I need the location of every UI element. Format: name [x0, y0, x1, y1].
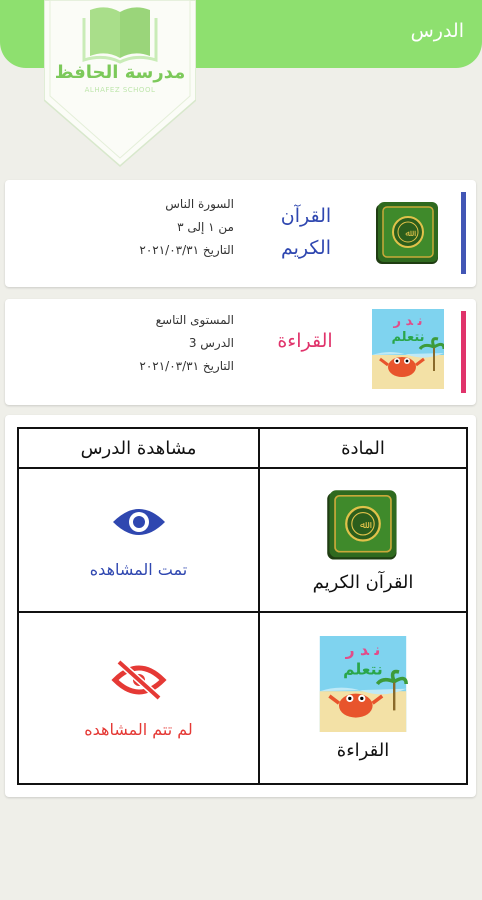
- quran-book-icon: ﷲ: [374, 200, 442, 268]
- lesson-card-reading[interactable]: ﻧ ﺪ ﺭ ﻧﺘﻌﻠﻢ القراءة المستوى التاسع الدرس…: [5, 299, 476, 405]
- accent-bar: [461, 311, 466, 393]
- status-cell[interactable]: تمت المشاهده: [17, 466, 260, 614]
- logo-tagline: ALHAFEZ SCHOOL: [84, 86, 156, 94]
- table-row: ﷲ القرآن الكريم تمت المشاهده: [17, 466, 468, 614]
- lesson-subject: القرآن الكريم: [276, 200, 336, 264]
- detail-date: التاريخ ٢٠٢١/٠٣/٣١: [139, 243, 234, 257]
- detail-lesson: الدرس 3: [188, 336, 234, 350]
- page-title: الدرس: [410, 20, 464, 42]
- detail-level: المستوى التاسع: [155, 313, 234, 327]
- lesson-details: المستوى التاسع الدرس 3 التاريخ ٢٠٢١/٠٣/٣…: [94, 309, 234, 378]
- svg-text:ﻧ ﺪ ﺭ: ﻧ ﺪ ﺭ: [345, 641, 381, 659]
- reading-crab-icon: ﻧ ﺪ ﺭ ﻧﺘﻌﻠﻢ: [260, 635, 466, 732]
- status-label: تمت المشاهده: [89, 559, 188, 579]
- quran-book-icon: ﷲ: [260, 488, 466, 564]
- reading-crab-icon: ﻧ ﺪ ﺭ ﻧﺘﻌﻠﻢ: [372, 309, 446, 389]
- status-label: لم تتم المشاهده: [84, 719, 193, 739]
- logo-name: مدرسة الحافظ: [54, 62, 186, 83]
- subject-label: القراءة: [336, 739, 390, 761]
- watch-status-card: المادة مشاهدة الدرس ﷲ القرآن الكريم تمت …: [5, 415, 476, 797]
- detail-surah: السورة الناس: [165, 197, 234, 211]
- detail-range: من ١ إلى ٣: [177, 220, 234, 234]
- svg-text:ﻧ ﺪ ﺭ: ﻧ ﺪ ﺭ: [393, 314, 423, 329]
- accent-bar: [461, 192, 466, 274]
- eye-icon: [19, 502, 258, 542]
- lesson-card-quran[interactable]: ﷲ القرآن الكريم السورة الناس من ١ إلى ٣ …: [5, 180, 476, 287]
- subject-label: القرآن الكريم: [312, 571, 414, 593]
- watch-status-table: المادة مشاهدة الدرس ﷲ القرآن الكريم تمت …: [17, 427, 468, 785]
- school-logo: مدرسة الحافظ ALHAFEZ SCHOOL: [44, 0, 196, 168]
- subject-line1: القرآن: [280, 205, 332, 227]
- subject-cell: ﷲ القرآن الكريم: [258, 466, 468, 614]
- table-row: ﻧ ﺪ ﺭ ﻧﺘﻌﻠﻢ القراءة لم تتم المشاهده: [17, 611, 468, 785]
- table-header-row: المادة مشاهدة الدرس: [17, 427, 468, 469]
- svg-text:ﻧﺘﻌﻠﻢ: ﻧﺘﻌﻠﻢ: [391, 330, 424, 345]
- eye-off-icon: [19, 658, 258, 702]
- svg-text:ﻧﺘﻌﻠﻢ: ﻧﺘﻌﻠﻢ: [343, 660, 383, 678]
- lesson-subject: القراءة: [277, 330, 333, 352]
- header-subject: المادة: [258, 427, 468, 469]
- detail-date: التاريخ ٢٠٢١/٠٣/٣١: [139, 359, 234, 373]
- lesson-details: السورة الناس من ١ إلى ٣ التاريخ ٢٠٢١/٠٣/…: [94, 193, 234, 262]
- status-cell[interactable]: لم تتم المشاهده: [17, 611, 260, 785]
- header-view: مشاهدة الدرس: [17, 427, 260, 469]
- subject-line2: الكريم: [281, 237, 331, 259]
- subject-cell: ﻧ ﺪ ﺭ ﻧﺘﻌﻠﻢ القراءة: [258, 611, 468, 785]
